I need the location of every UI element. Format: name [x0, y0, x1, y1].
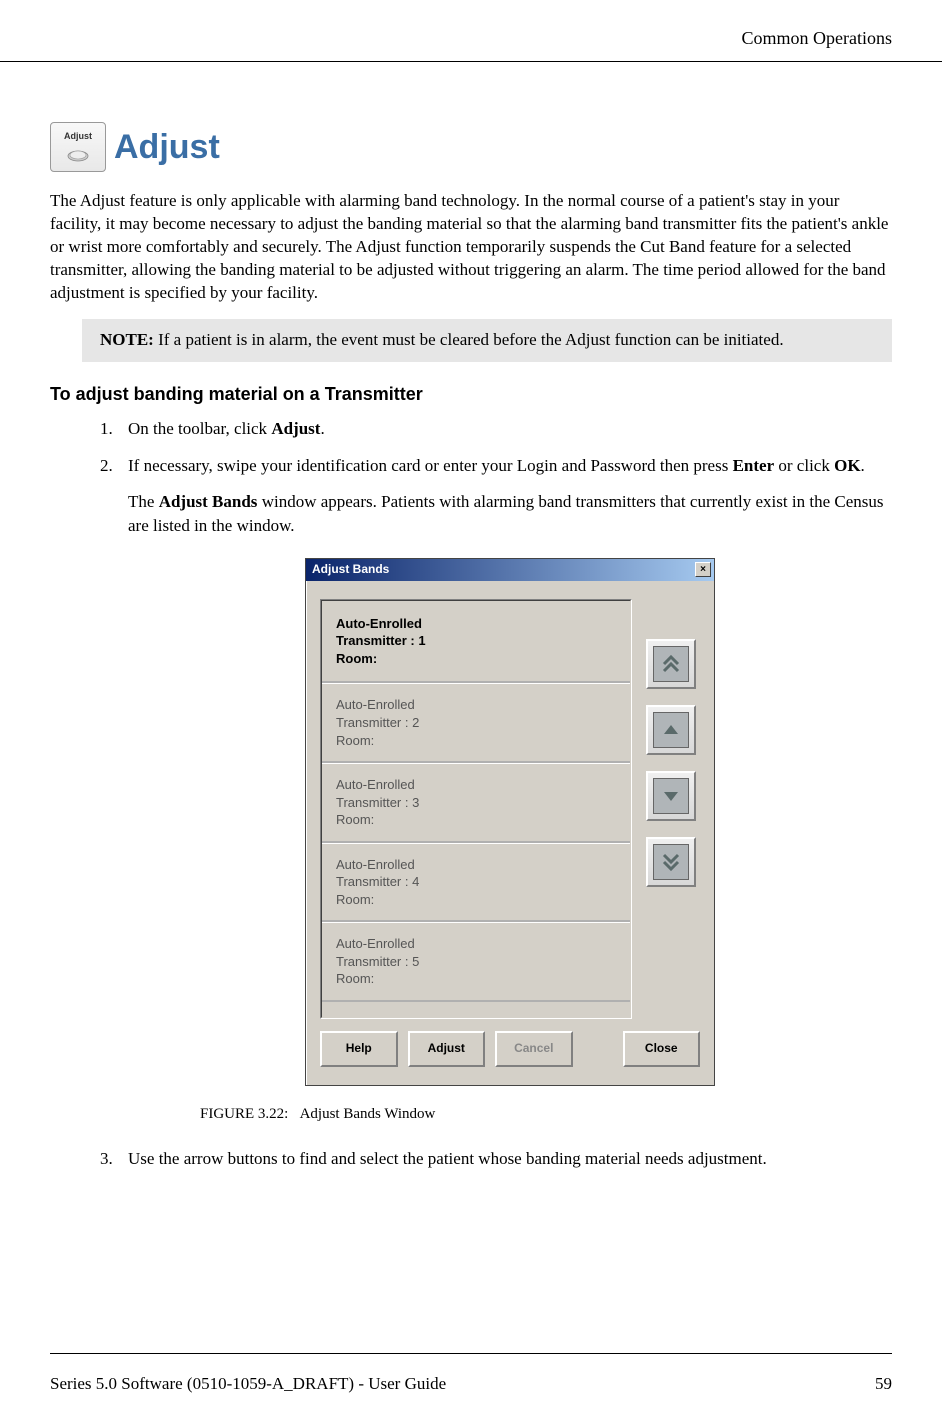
close-button[interactable]: ×: [695, 562, 711, 577]
procedure-heading: To adjust banding material on a Transmit…: [50, 384, 892, 405]
adjust-button[interactable]: Adjust: [408, 1031, 486, 1067]
step-1: On the toolbar, click Adjust.: [100, 417, 892, 441]
cancel-button[interactable]: Cancel: [495, 1031, 573, 1067]
scroll-up-button[interactable]: [646, 705, 696, 755]
scroll-top-button[interactable]: [646, 639, 696, 689]
procedure-list: On the toolbar, click Adjust. If necessa…: [50, 417, 892, 1171]
chevron-up-icon: [660, 719, 682, 741]
intro-paragraph: The Adjust feature is only applicable wi…: [50, 190, 892, 305]
adjust-icon-label: Adjust: [64, 131, 92, 141]
scroll-buttons: [646, 599, 700, 1019]
step-2-continuation: The Adjust Bands window appears. Patient…: [128, 490, 892, 538]
page-header: Common Operations: [0, 0, 942, 62]
close-icon: ×: [700, 563, 706, 577]
figure-wrap: Adjust Bands × Auto-Enrolled Transmitter…: [128, 558, 892, 1086]
dialog-titlebar: Adjust Bands ×: [306, 559, 714, 581]
title-row: Adjust Adjust: [50, 122, 892, 172]
list-item[interactable]: Auto-Enrolled Transmitter : 1 Room:: [322, 601, 630, 684]
close-dialog-button[interactable]: Close: [623, 1031, 701, 1067]
adjust-toolbar-icon: Adjust: [50, 122, 106, 172]
note-box: NOTE: If a patient is in alarm, the even…: [82, 319, 892, 362]
scroll-bottom-button[interactable]: [646, 837, 696, 887]
double-chevron-up-icon: [660, 653, 682, 675]
step-2: If necessary, swipe your identification …: [100, 454, 892, 1124]
step-3: Use the arrow buttons to find and select…: [100, 1147, 892, 1171]
dialog-title: Adjust Bands: [312, 561, 389, 578]
note-label: NOTE:: [100, 330, 154, 349]
chevron-down-icon: [660, 785, 682, 807]
figure-caption: FIGURE 3.22: Adjust Bands Window: [200, 1104, 892, 1125]
dialog-body: Auto-Enrolled Transmitter : 1 Room: Auto…: [306, 581, 714, 1031]
double-chevron-down-icon: [660, 851, 682, 873]
scroll-down-button[interactable]: [646, 771, 696, 821]
page-content: Adjust Adjust The Adjust feature is only…: [0, 62, 942, 1171]
page-number: 59: [875, 1374, 892, 1394]
list-item[interactable]: Auto-Enrolled Transmitter : 2 Room:: [322, 683, 630, 763]
transmitter-icon: [64, 143, 92, 165]
patient-list[interactable]: Auto-Enrolled Transmitter : 1 Room: Auto…: [320, 599, 632, 1019]
page-title: Adjust: [114, 128, 220, 167]
help-button[interactable]: Help: [320, 1031, 398, 1067]
adjust-bands-dialog: Adjust Bands × Auto-Enrolled Transmitter…: [305, 558, 715, 1086]
list-item[interactable]: Auto-Enrolled Transmitter : 5 Room:: [322, 922, 630, 1002]
section-title: Common Operations: [742, 28, 893, 48]
list-item[interactable]: Auto-Enrolled Transmitter : 4 Room:: [322, 843, 630, 923]
page-footer: Series 5.0 Software (0510-1059-A_DRAFT) …: [50, 1353, 892, 1394]
footer-left: Series 5.0 Software (0510-1059-A_DRAFT) …: [50, 1374, 446, 1394]
note-text: If a patient is in alarm, the event must…: [154, 330, 784, 349]
list-item[interactable]: Auto-Enrolled Transmitter : 3 Room:: [322, 763, 630, 843]
dialog-footer: Help Adjust Cancel Close: [306, 1031, 714, 1085]
